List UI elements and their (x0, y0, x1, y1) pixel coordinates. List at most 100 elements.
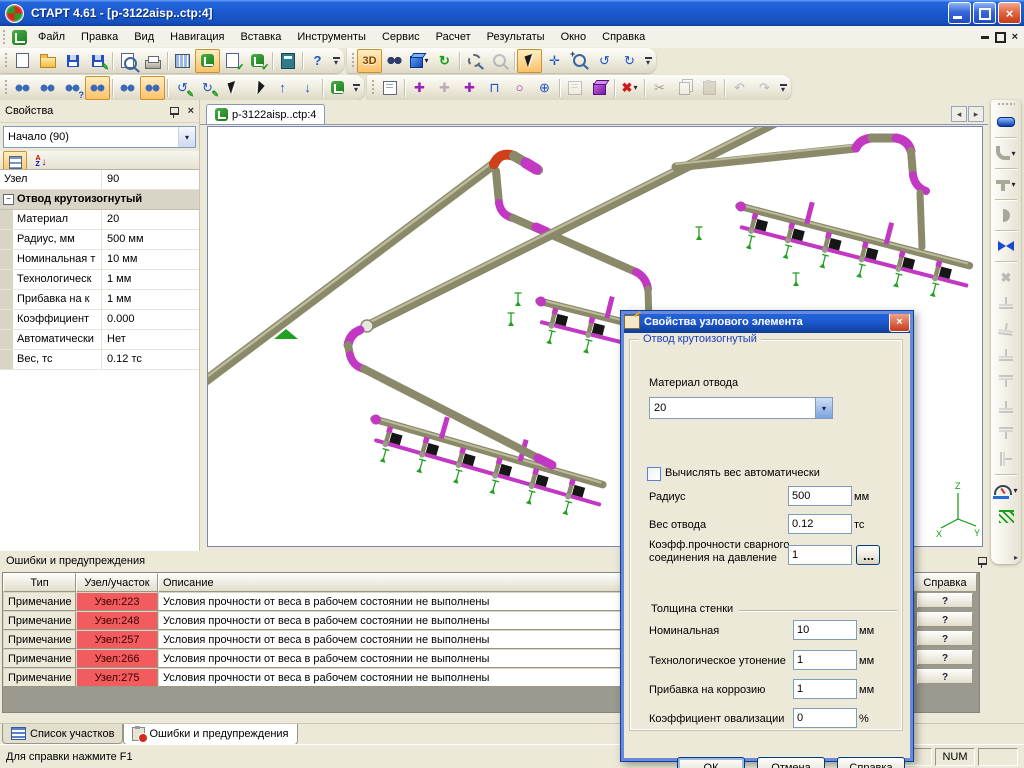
render-mode-button[interactable]: ▾ (407, 49, 432, 73)
expansion-joint-button[interactable] (992, 446, 1020, 472)
show-names-button[interactable] (35, 76, 60, 100)
run-check-button[interactable]: ✔ (245, 49, 270, 73)
property-row[interactable]: АвтоматическиНет (0, 330, 199, 350)
print-preview-button[interactable] (115, 49, 140, 73)
menu-window[interactable]: Окно (553, 27, 595, 47)
menu-service[interactable]: Сервис (374, 27, 428, 47)
zoom-in-button[interactable]: + (567, 49, 592, 73)
thinning-input[interactable] (793, 650, 857, 670)
show-sizes-button[interactable] (140, 76, 165, 100)
save-report-button[interactable]: ✎ (85, 49, 110, 73)
toolbar-grip[interactable] (997, 102, 1015, 107)
support-anchor-button[interactable] (992, 290, 1020, 316)
mdi-minimize-icon[interactable] (981, 36, 989, 39)
support-spring-button[interactable] (992, 394, 1020, 420)
property-row[interactable]: Радиус, мм500 мм (0, 230, 199, 250)
raise-node-button[interactable]: ↑ (270, 76, 295, 100)
find-button[interactable] (382, 49, 407, 73)
cut-button[interactable]: ✂ (647, 76, 672, 100)
show-unknown-button[interactable]: ? (60, 76, 85, 100)
show-nodes-button[interactable] (10, 76, 35, 100)
menu-navigation[interactable]: Навигация (162, 27, 232, 47)
toolbar-overflow[interactable]: ▸ (1014, 553, 1018, 562)
scheme-view-button[interactable] (195, 49, 220, 73)
support-guide-button[interactable] (992, 342, 1020, 368)
redo-button[interactable]: ↷ (752, 76, 777, 100)
restore-button[interactable] (973, 2, 996, 24)
delete-element-button[interactable]: ✖ (992, 264, 1020, 290)
undo-button[interactable]: ↶ (727, 76, 752, 100)
tab-prev-button[interactable]: ◂ (951, 106, 967, 122)
add-pipe-button[interactable] (992, 109, 1020, 135)
pin-icon[interactable] (170, 107, 179, 115)
add-gauge-button[interactable]: ▾ (992, 477, 1020, 503)
toolbar-overflow[interactable]: ▾ (777, 77, 789, 99)
add-ground-support-button[interactable] (992, 503, 1020, 529)
tab-errors-warnings[interactable]: Ошибки и предупреждения (123, 724, 297, 745)
help-question-button[interactable]: ? (917, 669, 973, 684)
menu-view[interactable]: Вид (126, 27, 162, 47)
toolbar-grip[interactable] (4, 52, 8, 69)
mirror-left-button[interactable] (220, 76, 245, 100)
strength-browse-button[interactable]: ... (856, 545, 880, 565)
minimize-button[interactable] (948, 2, 971, 24)
property-row[interactable]: Технологическ1 мм (0, 270, 199, 290)
add-node-button[interactable]: ✚ (457, 76, 482, 100)
material-combobox[interactable]: 20 ▾ (649, 397, 833, 419)
column-header-help[interactable]: Справка (913, 573, 977, 592)
support-hanger-button[interactable] (992, 368, 1020, 394)
lower-node-button[interactable]: ↓ (295, 76, 320, 100)
open-file-button[interactable] (35, 49, 60, 73)
toolbar-overflow[interactable]: ▾ (330, 50, 342, 72)
close-button[interactable]: × (998, 2, 1021, 24)
column-header-type[interactable]: Тип (3, 573, 76, 592)
property-category-row[interactable]: − Отвод крутоизогнутый (0, 190, 199, 210)
chevron-down-icon[interactable]: ▾ (178, 127, 195, 147)
close-panel-icon[interactable]: × (188, 105, 194, 117)
select-cursor-button[interactable] (517, 49, 542, 73)
node-selector-combobox[interactable]: Начало (90) ▾ (3, 126, 196, 148)
help-question-button[interactable]: ? (917, 650, 973, 665)
pan-button[interactable]: ✛ (542, 49, 567, 73)
add-ring-button[interactable]: ○ (507, 76, 532, 100)
doc-settings-button[interactable] (325, 76, 350, 100)
rotate-run-right-button[interactable]: ↻✎ (195, 76, 220, 100)
tab-next-button[interactable]: ▸ (968, 106, 984, 122)
show-elements-button[interactable] (85, 76, 110, 100)
ok-button[interactable]: ОК (677, 757, 745, 768)
paste-button[interactable] (697, 76, 722, 100)
add-valve-button[interactable] (992, 233, 1020, 259)
orbit-cw-button[interactable]: ↻ (617, 49, 642, 73)
refresh-button[interactable]: ↻ (432, 49, 457, 73)
support-rigid-button[interactable] (992, 420, 1020, 446)
weight-input[interactable] (788, 514, 852, 534)
pin-icon[interactable] (978, 557, 987, 565)
calculator-button[interactable] (275, 49, 300, 73)
dialog-close-button[interactable]: × (889, 312, 910, 332)
context-help-button[interactable]: ? (305, 49, 330, 73)
add-bend-alt-button[interactable]: ✚ (432, 76, 457, 100)
table-view-button[interactable] (170, 49, 195, 73)
support-sliding-button[interactable] (992, 316, 1020, 342)
help-question-button[interactable]: ? (917, 631, 973, 646)
chevron-down-icon[interactable]: ▾ (815, 398, 832, 418)
strength-input[interactable] (788, 545, 852, 565)
help-question-button[interactable]: ? (917, 612, 973, 627)
property-row[interactable]: Материал20 (0, 210, 199, 230)
mirror-right-button[interactable] (245, 76, 270, 100)
orbit-ccw-button[interactable]: ↺ (592, 49, 617, 73)
show-lengths-button[interactable] (115, 76, 140, 100)
add-query-node-button[interactable]: ⊕ (532, 76, 557, 100)
toolbar-overflow[interactable]: ▾ (350, 77, 362, 99)
toolbar-grip[interactable] (371, 79, 375, 96)
element-properties-button[interactable] (377, 76, 402, 100)
corrosion-input[interactable] (793, 679, 857, 699)
add-jump-button[interactable]: ⊓ (482, 76, 507, 100)
new-file-button[interactable] (10, 49, 35, 73)
copy-button[interactable] (672, 76, 697, 100)
mdi-close-icon[interactable]: × (1012, 31, 1018, 43)
zoom-window-button[interactable] (462, 49, 487, 73)
print-button[interactable] (140, 49, 165, 73)
add-cap-button[interactable] (992, 202, 1020, 228)
ovality-input[interactable] (793, 708, 857, 728)
